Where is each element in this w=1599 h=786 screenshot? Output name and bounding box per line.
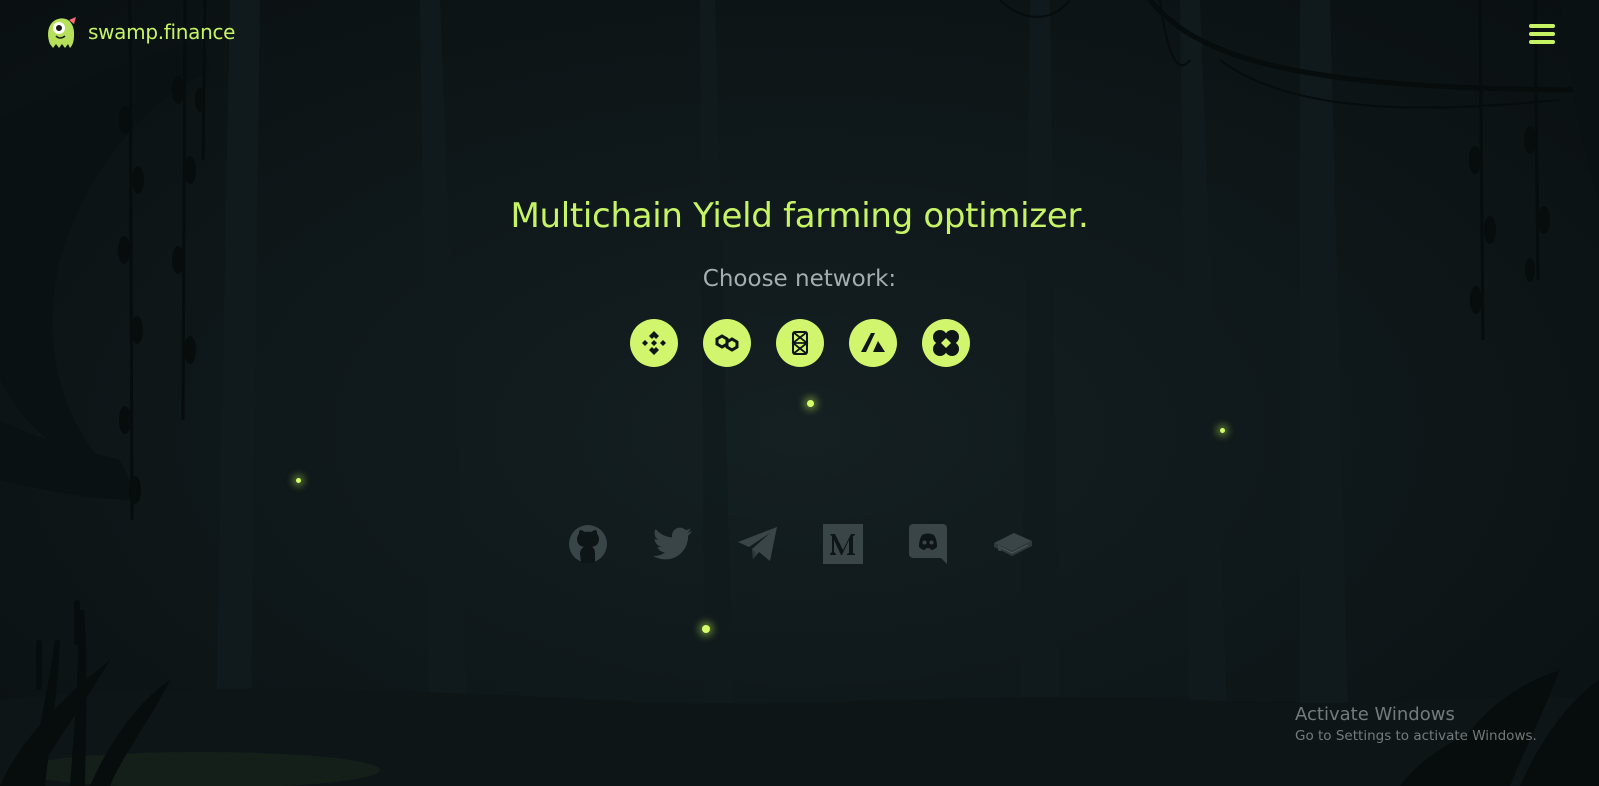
medium-icon [823, 524, 863, 564]
discord-link[interactable] [907, 523, 949, 565]
page-root: swamp.finance Multichain Yield farming o… [0, 0, 1599, 786]
firefly-dot [1220, 428, 1225, 433]
firefly-dot [296, 478, 301, 483]
watermark-title: Activate Windows [1295, 704, 1455, 725]
hamburger-menu-icon-bar [1529, 32, 1555, 36]
twitter-icon [653, 527, 692, 560]
firefly-dot [807, 400, 814, 407]
clover-icon [933, 330, 959, 356]
telegram-link[interactable] [737, 523, 779, 565]
network-button-bnb[interactable] [630, 319, 678, 367]
hamburger-menu-icon-bar [1529, 40, 1555, 44]
network-button-polygon[interactable] [703, 319, 751, 367]
network-button-cronos[interactable] [922, 319, 970, 367]
firefly-dot [702, 625, 710, 633]
twitter-link[interactable] [652, 523, 694, 565]
github-icon [569, 525, 607, 563]
watermark-subtitle: Go to Settings to activate Windows. [1295, 728, 1537, 744]
discord-icon [909, 524, 947, 564]
docs-link[interactable] [992, 523, 1034, 565]
network-button-fantom[interactable] [776, 319, 824, 367]
docs-book-icon [994, 533, 1032, 556]
telegram-icon [738, 527, 777, 561]
bnb-icon [642, 331, 666, 355]
hamburger-menu-button[interactable] [1529, 24, 1555, 48]
polygon-icon [715, 334, 739, 352]
avalanche-icon [861, 333, 885, 352]
fantom-icon [791, 331, 809, 355]
github-link[interactable] [567, 523, 609, 565]
social-links [567, 523, 1034, 565]
swamp-monster-logo-icon [48, 17, 76, 48]
medium-link[interactable] [822, 523, 864, 565]
hamburger-menu-icon-bar [1529, 24, 1555, 28]
network-prompt: Choose network: [702, 266, 897, 292]
windows-activation-watermark: Activate Windows Go to Settings to activ… [1295, 704, 1537, 744]
network-selector [630, 319, 970, 367]
brand-name: swamp.finance [88, 20, 236, 44]
network-button-avalanche[interactable] [849, 319, 897, 367]
swamp-background [0, 0, 1599, 786]
brand-logo-link[interactable]: swamp.finance [44, 14, 235, 50]
hero-headline: Multichain Yield farming optimizer. [510, 196, 1089, 236]
